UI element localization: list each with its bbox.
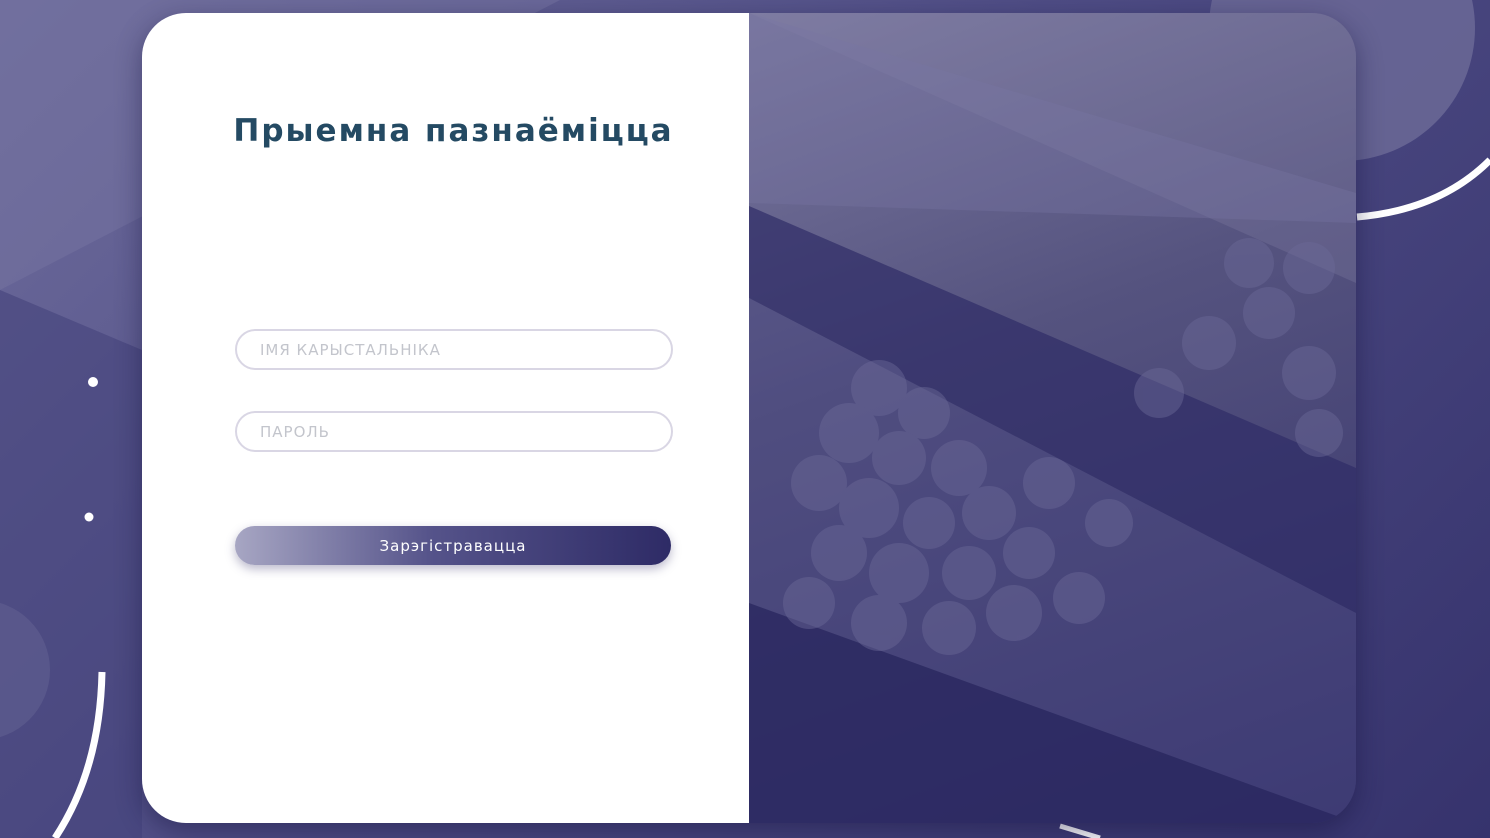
form-panel: Прыемна пазнаёміцца Зарэгістравацца [142, 13, 749, 823]
password-input[interactable] [237, 413, 671, 450]
page-title: Прыемна пазнаёміцца [233, 113, 674, 149]
username-input[interactable] [237, 331, 671, 368]
password-field[interactable] [235, 411, 673, 452]
username-field[interactable] [235, 329, 673, 370]
decorative-panel [749, 13, 1356, 823]
abstract-pattern [749, 13, 1356, 823]
register-button[interactable]: Зарэгістравацца [235, 526, 671, 565]
signup-card: Прыемна пазнаёміцца Зарэгістравацца [142, 13, 1356, 823]
